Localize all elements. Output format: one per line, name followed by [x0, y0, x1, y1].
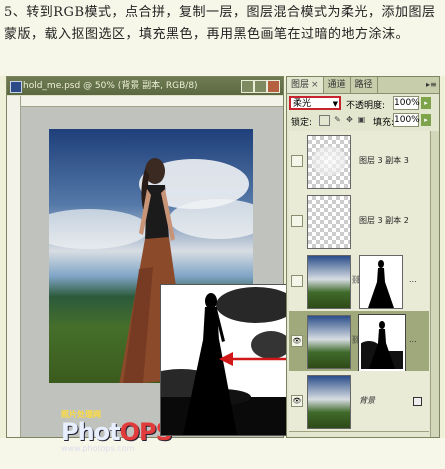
- visibility-toggle[interactable]: [291, 155, 303, 167]
- eye-icon[interactable]: 👁: [291, 335, 303, 347]
- opacity-input[interactable]: 100%: [393, 96, 420, 110]
- document-title: hold_me.psd @ 50% (背景 副本, RGB/8): [23, 81, 198, 91]
- opacity-slider-button[interactable]: ▸: [421, 97, 431, 109]
- chevron-down-icon: ▼: [332, 100, 338, 108]
- photoshop-icon: [10, 81, 22, 93]
- layer-options: ...: [409, 335, 417, 344]
- layer-row[interactable]: ⛓ ...: [289, 251, 429, 312]
- blend-mode-select[interactable]: 柔光 ▼: [289, 96, 341, 110]
- visibility-toggle[interactable]: [291, 215, 303, 227]
- layer-name: 图层 3 副本 3: [359, 156, 409, 165]
- watermark-url: www.photops.com: [61, 444, 135, 453]
- layers-scrollbar[interactable]: [430, 131, 439, 437]
- layer-thumbnail: [307, 315, 351, 369]
- visibility-toggle[interactable]: [291, 275, 303, 287]
- photoshop-workspace: hold_me.psd @ 50% (背景 副本, RGB/8) 照片处理网 P…: [0, 76, 445, 453]
- blend-opacity-row: 柔光 ▼ 不透明度: 100% ▸: [289, 96, 437, 112]
- eye-icon[interactable]: 👁: [291, 395, 303, 407]
- lock-paint-icon[interactable]: ✎: [333, 115, 342, 124]
- layers-list: 图层 3 副本 3 图层 3 副本 2 ⛓ ... 👁 ⛓ ... 👁 背景: [289, 131, 429, 437]
- opacity-label: 不透明度:: [346, 101, 386, 111]
- tab-paths[interactable]: 路径: [351, 77, 378, 93]
- layer-thumbnail: [307, 375, 351, 429]
- tab-channels[interactable]: 通道: [324, 77, 351, 93]
- layer-name: 图层 3 副本 2: [359, 216, 409, 225]
- lock-move-icon[interactable]: ✥: [345, 115, 354, 124]
- lock-all-icon[interactable]: ▣: [357, 115, 366, 124]
- layer-thumbnail: [307, 255, 351, 309]
- close-icon[interactable]: ×: [311, 80, 319, 90]
- layer-mask-thumbnail[interactable]: [358, 314, 406, 372]
- document-title-bar[interactable]: hold_me.psd @ 50% (背景 副本, RGB/8): [7, 77, 283, 95]
- vertical-ruler: [7, 96, 21, 437]
- close-button[interactable]: [267, 80, 280, 93]
- maximize-button[interactable]: [254, 80, 267, 93]
- tutorial-caption: 5、转到RGB模式，点合拼，复制一层，图层混合模式为柔光，添加图层蒙版，载入抠图…: [4, 5, 436, 42]
- panel-menu-icon[interactable]: ▸≡: [426, 80, 437, 89]
- layer-row[interactable]: 图层 3 副本 3: [289, 131, 429, 192]
- layer-name: 背景: [359, 396, 375, 405]
- fill-label: 填充:: [373, 118, 395, 128]
- layer-mask-thumbnail[interactable]: [359, 255, 403, 309]
- layer-thumbnail: [307, 195, 351, 249]
- layer-thumbnail: [307, 135, 351, 189]
- fill-slider-button[interactable]: ▸: [421, 114, 431, 126]
- minimize-button[interactable]: [241, 80, 254, 93]
- tab-layers[interactable]: 图层 ×: [287, 77, 324, 93]
- layers-panel: 图层 × 通道 路径 ▸≡ 柔光 ▼ 不透明度: 100% ▸ 锁定: ✎ ✥ ▣ …: [286, 76, 440, 438]
- layer-row-selected[interactable]: 👁 ⛓ ...: [289, 311, 429, 372]
- fill-input[interactable]: 100%: [393, 113, 420, 127]
- layer-row[interactable]: 图层 3 副本 2: [289, 191, 429, 252]
- horizontal-ruler: [21, 96, 283, 107]
- lock-icon: [413, 397, 422, 406]
- panel-tabs: 图层 × 通道 路径: [287, 77, 439, 94]
- lock-transparent-icon[interactable]: [319, 115, 330, 126]
- lock-label: 锁定:: [291, 118, 313, 128]
- lock-fill-row: 锁定: ✎ ✥ ▣ 填充: 100% ▸: [289, 113, 437, 128]
- layer-options: ...: [409, 275, 417, 284]
- layer-row-background[interactable]: 👁 背景: [289, 371, 429, 432]
